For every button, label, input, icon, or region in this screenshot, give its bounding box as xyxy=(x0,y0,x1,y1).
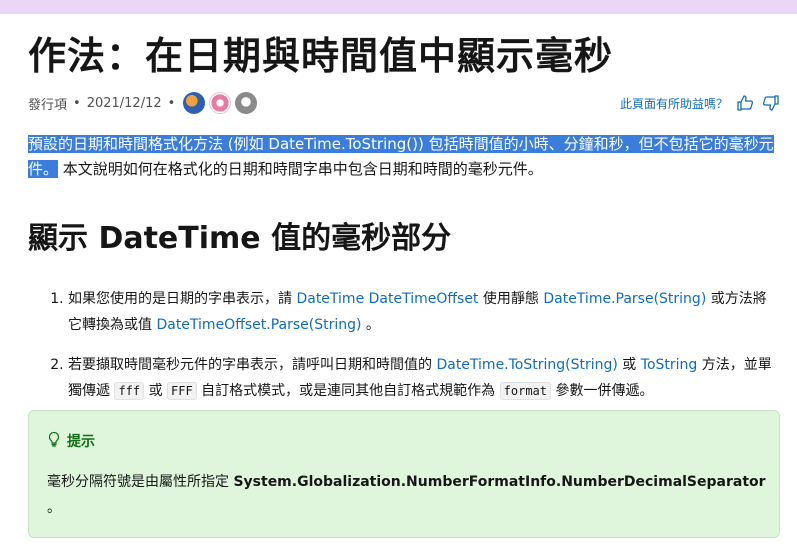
content-type-label: 發行項 xyxy=(28,97,68,113)
contributors[interactable] xyxy=(183,92,258,114)
list-item: 如果您使用的是日期的字串表示，請 DateTime DateTimeOffset… xyxy=(68,286,780,338)
tip-property-name: System.Globalization.NumberFormatInfo.Nu… xyxy=(233,474,766,490)
page-title: 作法：在日期與時間值中顯示毫秒 xyxy=(28,34,614,78)
thumbs-down-icon[interactable] xyxy=(762,94,780,112)
tip-header: 提示 xyxy=(47,431,95,451)
step-text: 使用靜態 xyxy=(478,291,544,307)
meta-separator: • xyxy=(167,95,176,111)
tip-callout: 提示 毫秒分隔符號是由屬性所指定 System.Globalization.Nu… xyxy=(28,410,780,538)
link-datetimeoffset-parse[interactable]: DateTimeOffset.Parse(String) xyxy=(156,317,361,333)
top-banner-strip xyxy=(0,0,797,14)
steps-list: 如果您使用的是日期的字串表示，請 DateTime DateTimeOffset… xyxy=(28,286,780,418)
tip-body: 毫秒分隔符號是由屬性所指定 System.Globalization.Numbe… xyxy=(47,469,767,521)
article-metadata: 發行項 • 2021/12/12 • 此頁面有所助益嗎？ xyxy=(28,90,780,116)
step-text: 或 xyxy=(617,357,641,373)
feedback-question: 此頁面有所助益嗎？ xyxy=(619,96,728,111)
tip-text: 毫秒分隔符號是由屬性所指定 xyxy=(47,474,234,490)
lightbulb-icon xyxy=(47,431,61,451)
link-tostring[interactable]: ToString xyxy=(641,357,698,373)
code-format: format xyxy=(499,382,551,400)
code-FFF: FFF xyxy=(167,382,197,400)
publish-date: 2021/12/12 xyxy=(86,95,162,111)
link-datetimeoffset[interactable]: DateTimeOffset xyxy=(369,291,479,307)
link-datetime-tostring[interactable]: DateTime.ToString(String) xyxy=(436,357,617,373)
intro-paragraph: 預設的日期和時間格式化方法 (例如 DateTime.ToString()) 包… xyxy=(28,132,780,182)
step-text: 或 xyxy=(144,383,168,399)
section-heading: 顯示 DateTime 值的毫秒部分 xyxy=(28,221,452,256)
step-text: 如果您使用的是日期的字串表示，請 xyxy=(68,291,297,307)
code-fff: fff xyxy=(114,382,145,400)
list-item: 若要擷取時間毫秒元件的字串表示，請呼叫日期和時間值的 DateTime.ToSt… xyxy=(68,352,780,404)
meta-separator: • xyxy=(73,95,81,111)
step-text: 若要擷取時間毫秒元件的字串表示，請呼叫日期和時間值的 xyxy=(68,357,437,373)
avatar[interactable] xyxy=(235,92,258,114)
intro-rest: 本文說明如何在格式化的日期和時間字串中包含日期和時間的毫秒元件。 xyxy=(62,160,543,178)
link-datetime-parse[interactable]: DateTime.Parse(String) xyxy=(543,291,706,307)
avatar[interactable] xyxy=(183,92,206,114)
avatar[interactable] xyxy=(209,92,232,114)
thumbs-up-icon[interactable] xyxy=(736,94,754,112)
tip-text-end: 。 xyxy=(47,500,61,516)
step-text: 參數一併傳遞。 xyxy=(551,383,654,399)
feedback-widget: 此頁面有所助益嗎？ xyxy=(620,94,780,112)
step-text: 。 xyxy=(361,317,380,333)
tip-title: 提示 xyxy=(67,434,95,450)
step-text: 自訂格式模式，或是連同其他自訂格式規範作為 xyxy=(196,383,500,399)
link-datetime[interactable]: DateTime xyxy=(296,291,364,307)
